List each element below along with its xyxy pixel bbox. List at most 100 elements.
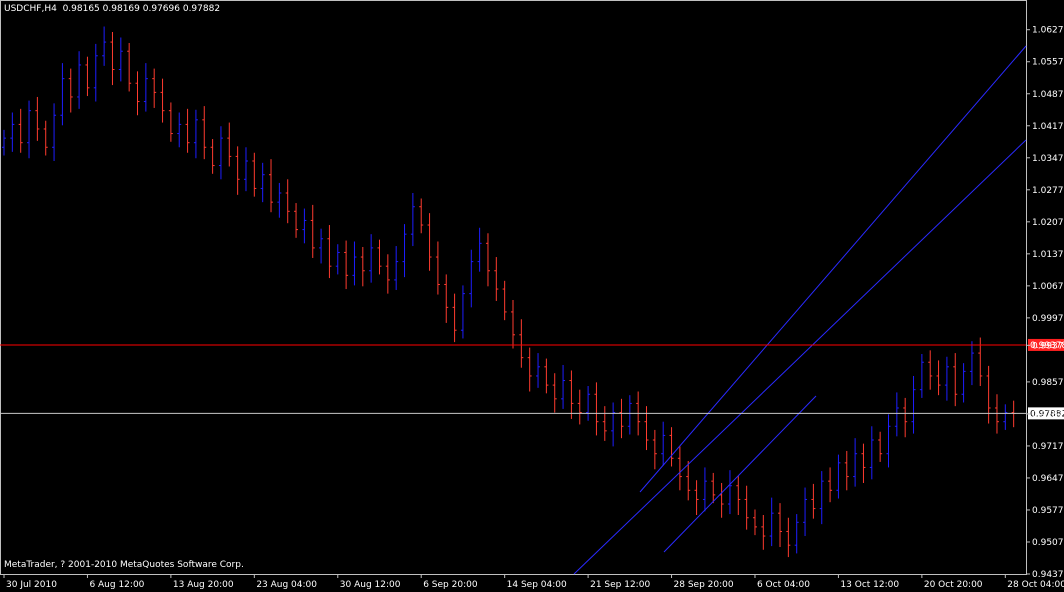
y-tick-label: 0.94370	[1032, 570, 1064, 580]
ohlc-bar	[18, 108, 23, 153]
y-tick-label: 0.98570	[1032, 378, 1064, 388]
ohlc-bar	[894, 392, 899, 437]
ohlc-bar	[68, 68, 73, 113]
ohlc-bar	[352, 241, 357, 286]
ohlc-bar	[10, 112, 15, 152]
ohlc-bar	[302, 208, 307, 244]
ohlc-bar	[744, 485, 749, 530]
ohlc-bar	[235, 146, 240, 195]
ohlc-bar	[711, 472, 716, 504]
x-tick-label: 28 Oct 04:00	[1007, 580, 1064, 590]
ohlc-bar	[569, 370, 574, 419]
ohlc-bar	[911, 375, 916, 434]
y-tick-label: 1.02770	[1032, 186, 1064, 196]
ohlc-bar	[369, 234, 374, 283]
ohlc-bar	[828, 467, 833, 503]
channel-inner-line[interactable]	[663, 395, 817, 553]
ohlc-bar	[277, 182, 282, 218]
ohlc-bar	[202, 106, 207, 160]
ohlc-bar	[769, 497, 774, 547]
ohlc-bar	[494, 257, 499, 301]
ohlc-bar	[602, 406, 607, 441]
ohlc-bar	[611, 402, 616, 447]
ohlc-bar	[294, 203, 299, 238]
ohlc-bar	[252, 152, 257, 197]
ohlc-bar	[52, 103, 57, 161]
low-value: 0.97696	[142, 4, 180, 14]
ohlc-bar	[627, 395, 632, 435]
ohlc-bar	[969, 341, 974, 386]
y-tick-label: 0.95070	[1032, 538, 1064, 548]
ohlc-bar	[811, 483, 816, 519]
ohlc-bar	[110, 32, 115, 86]
y-tick-label: 0.95770	[1032, 506, 1064, 516]
ohlc-bar	[878, 431, 883, 462]
ohlc-bar	[919, 354, 924, 398]
ohlc-bar	[285, 179, 290, 224]
ohlc-bar	[994, 394, 999, 434]
ohlc-bar	[886, 414, 891, 468]
ohlc-bar	[652, 429, 657, 470]
ohlc-bar	[102, 26, 107, 66]
ohlc-bar	[210, 139, 215, 174]
ohlc-bar	[661, 421, 666, 466]
ohlc-bar	[435, 241, 440, 295]
ohlc-bar	[394, 246, 399, 290]
x-tick-label: 28 Sep 20:00	[674, 580, 734, 590]
ohlc-bar	[519, 319, 524, 368]
ohlc-bar	[152, 68, 157, 108]
x-tick-label: 20 Oct 20:00	[924, 580, 983, 590]
ohlc-bar	[844, 450, 849, 491]
ohlc-bar	[427, 213, 432, 271]
ohlc-bar	[269, 159, 274, 213]
ohlc-bar	[60, 63, 65, 126]
x-tick-label: 13 Aug 20:00	[173, 580, 234, 590]
y-tick-label: 0.99370	[1032, 341, 1064, 351]
ohlc-bar	[93, 43, 98, 102]
ohlc-bar	[869, 426, 874, 480]
ohlc-bar	[335, 244, 340, 275]
ohlc-bar	[260, 162, 265, 203]
x-tick-label: 14 Sep 04:00	[507, 580, 567, 590]
x-tick-label: 6 Aug 12:00	[89, 580, 144, 590]
ohlc-bar	[185, 108, 190, 153]
y-tick-label: 0.99970	[1032, 314, 1064, 324]
copyright-text: MetaTrader, ? 2001-2010 MetaQuotes Softw…	[4, 560, 244, 570]
symbol-label: USDCHF,H4	[4, 4, 57, 14]
ohlc-bar	[961, 363, 966, 403]
ohlc-bar	[227, 122, 232, 167]
ohlc-bar	[761, 514, 766, 550]
x-tick-label: 6 Sep 20:00	[423, 580, 478, 590]
ohlc-bar	[1003, 404, 1008, 430]
ohlc-bar	[118, 37, 123, 82]
channel-upper-line[interactable]	[639, 45, 1027, 493]
ohlc-bar	[936, 360, 941, 396]
ohlc-bar	[594, 382, 599, 436]
ohlc-bar	[327, 225, 332, 279]
ohlc-bar	[928, 350, 933, 390]
ohlc-bar	[644, 406, 649, 451]
channel-lower-line[interactable]	[573, 139, 1027, 575]
x-tick-label: 21 Sep 12:00	[590, 580, 650, 590]
ohlc-bar	[402, 224, 407, 278]
ohlc-bar	[77, 51, 82, 109]
ohlc-bar	[944, 356, 949, 401]
ohlc-bar	[127, 42, 132, 92]
ohlc-bar	[511, 300, 515, 349]
ohlc-bar	[819, 471, 824, 525]
x-tick-label: 13 Oct 12:00	[840, 580, 899, 590]
ohlc-bar	[544, 358, 549, 394]
ohlc-bar	[385, 254, 390, 294]
y-tick-label: 1.03470	[1032, 154, 1064, 164]
ohlc-bar	[853, 438, 858, 487]
ohlc-bar	[778, 503, 783, 548]
x-tick-label: 6 Oct 04:00	[757, 580, 810, 590]
y-tick-label: 1.02070	[1032, 218, 1064, 228]
ohlc-bar	[43, 120, 48, 156]
price-chart[interactable]: 0.993780.978821.062701.055701.048701.041…	[0, 0, 1064, 592]
ohlc-bar	[360, 246, 365, 287]
ohlc-bar	[193, 109, 198, 159]
ohlc-bar	[218, 126, 223, 180]
ohlc-bar	[319, 228, 324, 264]
x-tick-label: 30 Jul 2010	[6, 580, 57, 590]
